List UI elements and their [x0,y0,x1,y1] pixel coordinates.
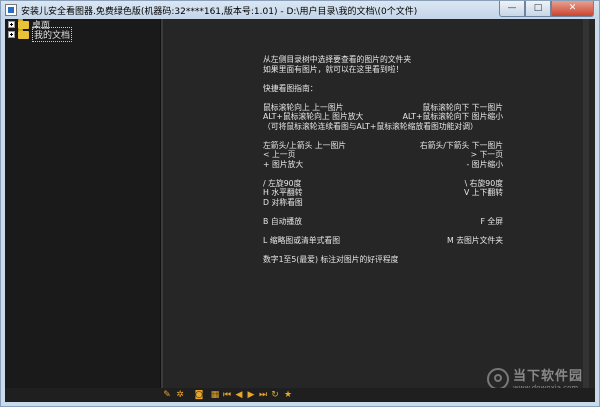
last-icon[interactable]: ⏭ [258,390,268,400]
folder-tree[interactable]: 桌面 我的文档 [5,18,160,402]
minimize-button[interactable]: — [499,1,525,17]
first-icon[interactable]: ⏮ [222,390,232,400]
window-title: 安装儿安全看图器.免费绿色版(机器码:32****161,版本号:1.01) -… [21,7,418,17]
grid-view-icon[interactable]: ▦ [210,390,220,400]
settings-gear-icon[interactable]: ✲ [175,390,185,400]
help-line: 数字1至5(最爱) 标注对图片的好评程度 [263,254,399,264]
rotate-icon[interactable]: ↻ [270,390,280,400]
folder-icon [18,28,29,39]
image-viewer[interactable]: 从左侧目录树中选择要查看的图片的文件夹 如果里面有图片，就可以在这里看到啦！ 快… [163,19,589,402]
tree-item-label: 我的文档 [32,27,73,42]
client-area: 桌面 我的文档 从左侧目录树中选择要查看的图片的文件夹 如果里面有图片，就可以在… [5,18,595,402]
vertical-scrollbar[interactable] [583,19,589,402]
star-icon[interactable]: ★ [283,390,293,400]
help-text: 从左侧目录树中选择要查看的图片的文件夹 如果里面有图片，就可以在这里看到啦！ 快… [263,54,503,264]
expand-plus-icon[interactable] [8,21,15,28]
folder-icon [18,18,29,29]
bottom-toolbar: ✎ ✲ ◙ ▦ ⏮ ◀ ▶ ⏭ ↻ ★ [5,388,595,402]
watermark-logo-icon [486,367,509,390]
title-bar[interactable]: 安装儿安全看图器.免费绿色版(机器码:32****161,版本号:1.01) -… [1,1,599,19]
tree-item-my-documents[interactable]: 我的文档 [8,27,73,42]
maximize-button[interactable]: □ [525,1,551,17]
prev-icon[interactable]: ◀ [234,390,244,400]
info-icon[interactable]: ◙ [194,390,204,400]
caption-buttons: — □ ✕ [499,1,594,19]
watermark-title: 当下软件园 [512,369,583,384]
edit-icon[interactable]: ✎ [162,390,172,400]
close-button[interactable]: ✕ [551,1,594,17]
app-window: 安装儿安全看图器.免费绿色版(机器码:32****161,版本号:1.01) -… [0,0,600,407]
app-icon [5,4,17,16]
expand-plus-icon[interactable] [8,31,15,38]
next-icon[interactable]: ▶ [246,390,256,400]
